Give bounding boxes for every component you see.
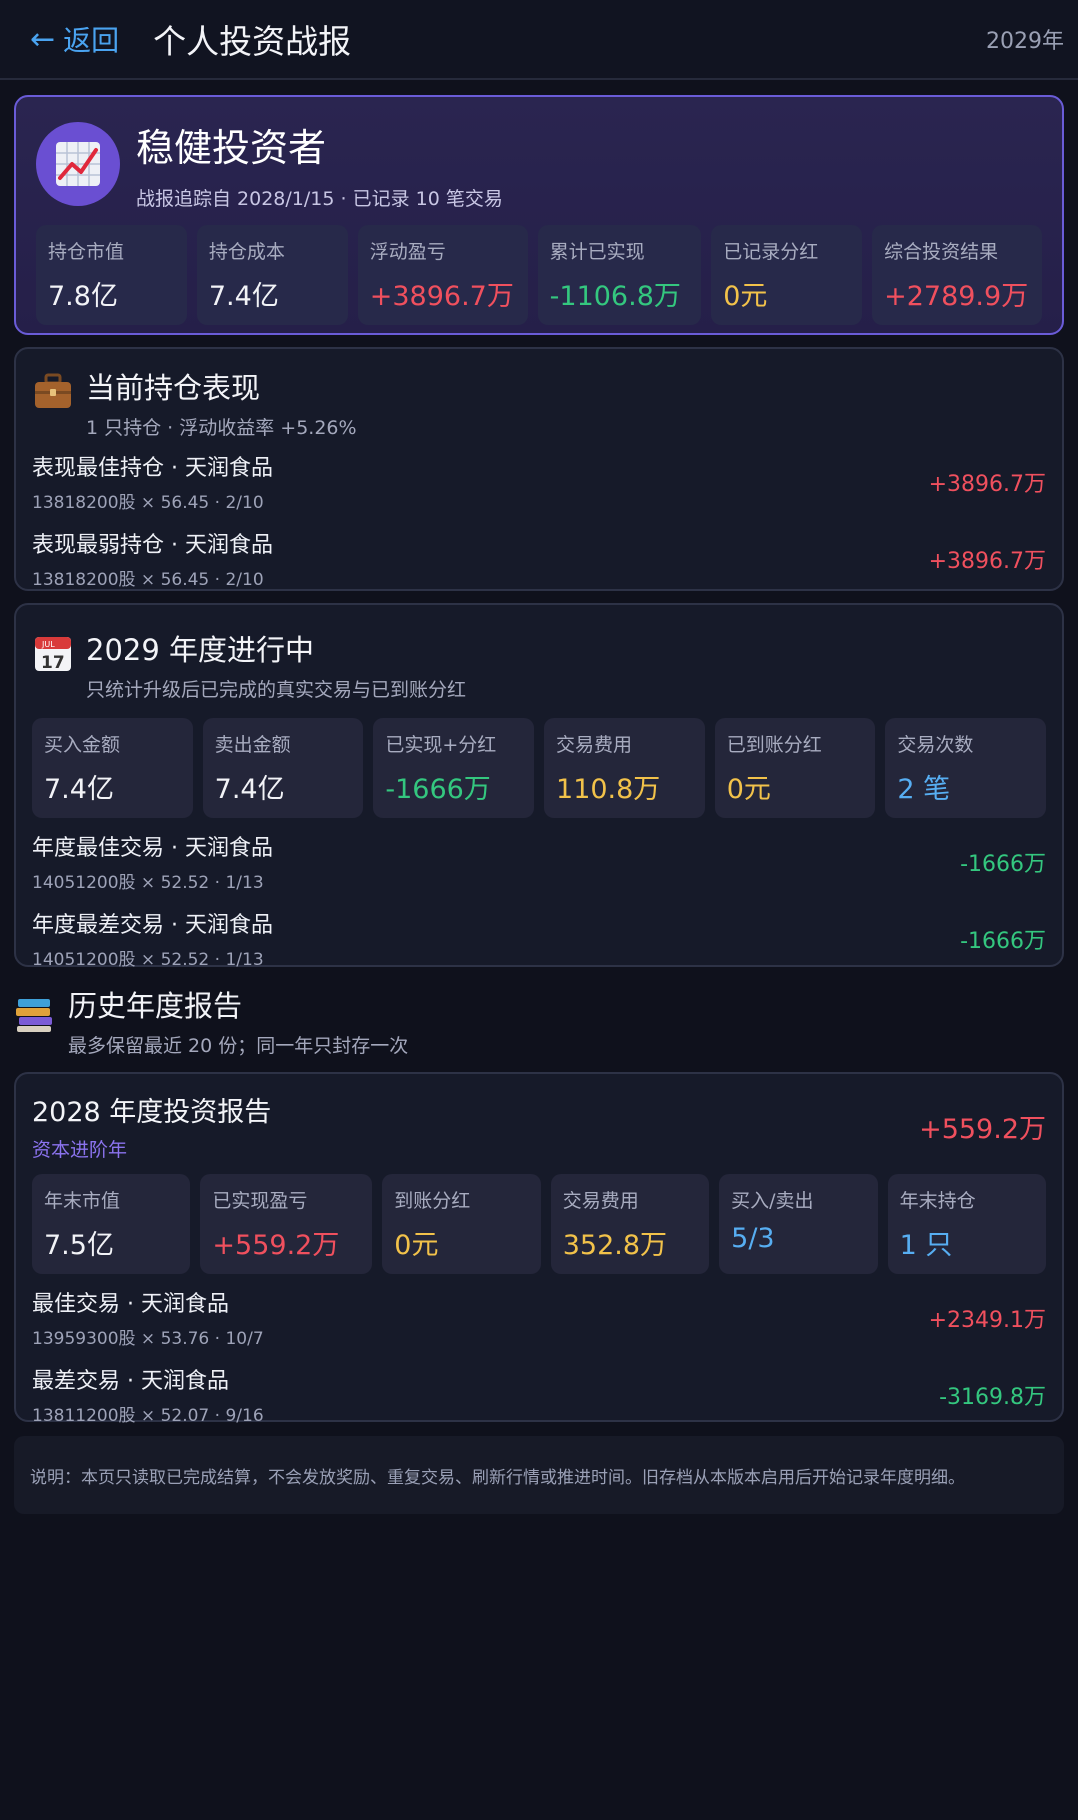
stat-year-end-holdings: 年末持仓 1 只 xyxy=(887,1174,1046,1274)
stat-realized-dividend: 已实现+分红 -1666万 xyxy=(373,718,535,818)
current-positions-card: 当前持仓表现 1 只持仓 · 浮动收益率 +5.26% 表现最佳持仓 · 天润食… xyxy=(14,347,1064,591)
stat-dividends: 到账分红 0元 xyxy=(382,1174,541,1274)
stat-dividend: 已记录分红 0元 xyxy=(711,225,863,325)
report-header: 2028 年度投资报告 资本进阶年 +559.2万 xyxy=(32,1090,1046,1162)
report-best-trade-row: 最佳交易 · 天润食品 13959300股 × 53.76 · 10/7 +23… xyxy=(32,1292,1046,1349)
report-total: +559.2万 xyxy=(919,1113,1046,1145)
stat-market-value: 持仓市值 7.8亿 xyxy=(36,225,187,325)
report-worst-trade-row: 最差交易 · 天润食品 13811200股 × 52.07 · 9/16 -31… xyxy=(32,1369,1046,1426)
stat-buy-sell: 买入/卖出 5/3 xyxy=(719,1174,878,1274)
stat-sell-amount: 卖出金额 7.4亿 xyxy=(202,718,364,818)
stat-floating-pnl: 浮动盈亏 +3896.7万 xyxy=(357,225,528,325)
current-year-subtitle: 只统计升级后已完成的真实交易与已到账分红 xyxy=(86,679,467,701)
stat-received-dividend: 已到账分红 0元 xyxy=(714,718,876,818)
avatar xyxy=(36,122,120,206)
investor-title: 稳健投资者 xyxy=(136,126,327,170)
svg-text:17: 17 xyxy=(41,653,65,673)
history-title: 历史年度报告 xyxy=(68,989,243,1023)
year-worst-trade-row: 年度最差交易 · 天润食品 14051200股 × 52.52 · 1/13 -… xyxy=(32,913,1046,970)
stat-buy-amount: 买入金额 7.4亿 xyxy=(32,718,193,818)
stat-cost: 持仓成本 7.4亿 xyxy=(196,225,348,325)
current-year-title: 2029 年度进行中 xyxy=(86,633,315,667)
year-label: 2029年 xyxy=(986,29,1064,54)
best-position-row: 表现最佳持仓 · 天润食品 13818200股 × 56.45 · 2/10 +… xyxy=(32,456,1046,513)
report-stats: 年末市值 7.5亿 已实现盈亏 +559.2万 到账分红 0元 交易费用 352… xyxy=(32,1174,1046,1274)
current-year-card: JUL 17 2029 年度进行中 只统计升级后已完成的真实交易与已到账分红 买… xyxy=(14,603,1064,970)
stat-realized: 累计已实现 -1106.8万 xyxy=(537,225,702,325)
stat-realized-pnl: 已实现盈亏 +559.2万 xyxy=(200,1174,373,1274)
year-best-trade-row: 年度最佳交易 · 天润食品 14051200股 × 52.52 · 1/13 -… xyxy=(32,836,1046,893)
stat-year-end-value: 年末市值 7.5亿 xyxy=(32,1174,191,1274)
history-header: 历史年度报告 最多保留最近 20 份；同一年只封存一次 xyxy=(14,983,1064,1058)
history-subtitle: 最多保留最近 20 份；同一年只封存一次 xyxy=(68,1035,409,1057)
stat-report-fees: 交易费用 352.8万 xyxy=(550,1174,710,1274)
stat-overall-result: 综合投资结果 +2789.9万 xyxy=(872,225,1042,325)
annual-report-card[interactable]: 2028 年度投资报告 资本进阶年 +559.2万 年末市值 7.5亿 已实现盈… xyxy=(14,1072,1064,1426)
calendar-icon: JUL 17 xyxy=(35,637,71,673)
top-bar: ← 返回 个人投资战报 2029年 xyxy=(0,0,1078,80)
summary-stats: 持仓市值 7.8亿 持仓成本 7.4亿 浮动盈亏 +3896.7万 累计已实现 … xyxy=(36,225,1042,325)
investor-summary-card: 稳健投资者 战报追踪自 2028/1/15 · 已记录 10 笔交易 持仓市值 … xyxy=(14,95,1064,335)
chart-up-icon xyxy=(56,142,100,186)
back-button[interactable]: ← 返回 xyxy=(30,19,119,59)
report-tag: 资本进阶年 xyxy=(32,1139,128,1161)
left-arrow-icon: ← xyxy=(30,21,56,57)
disclaimer-note: 说明：本页只读取已完成结算，不会发放奖励、重复交易、刷新行情或推进时间。旧存档从… xyxy=(14,1436,1064,1514)
books-icon xyxy=(16,999,52,1032)
worst-position-row: 表现最弱持仓 · 天润食品 13818200股 × 56.45 · 2/10 +… xyxy=(32,533,1046,590)
back-label: 返回 xyxy=(63,24,120,57)
tracking-subtitle: 战报追踪自 2028/1/15 · 已记录 10 笔交易 xyxy=(136,188,503,210)
current-year-stats: 买入金额 7.4亿 卖出金额 7.4亿 已实现+分红 -1666万 交易费用 1… xyxy=(32,718,1047,818)
stat-trade-count: 交易次数 2 笔 xyxy=(885,718,1047,818)
report-title: 2028 年度投资报告 xyxy=(32,1097,272,1128)
positions-title: 当前持仓表现 xyxy=(86,371,261,405)
stat-fees: 交易费用 110.8万 xyxy=(544,718,705,818)
briefcase-icon xyxy=(35,373,71,408)
page-title: 个人投资战报 xyxy=(153,22,352,61)
positions-subtitle: 1 只持仓 · 浮动收益率 +5.26% xyxy=(86,417,357,439)
svg-text:JUL: JUL xyxy=(41,640,55,649)
